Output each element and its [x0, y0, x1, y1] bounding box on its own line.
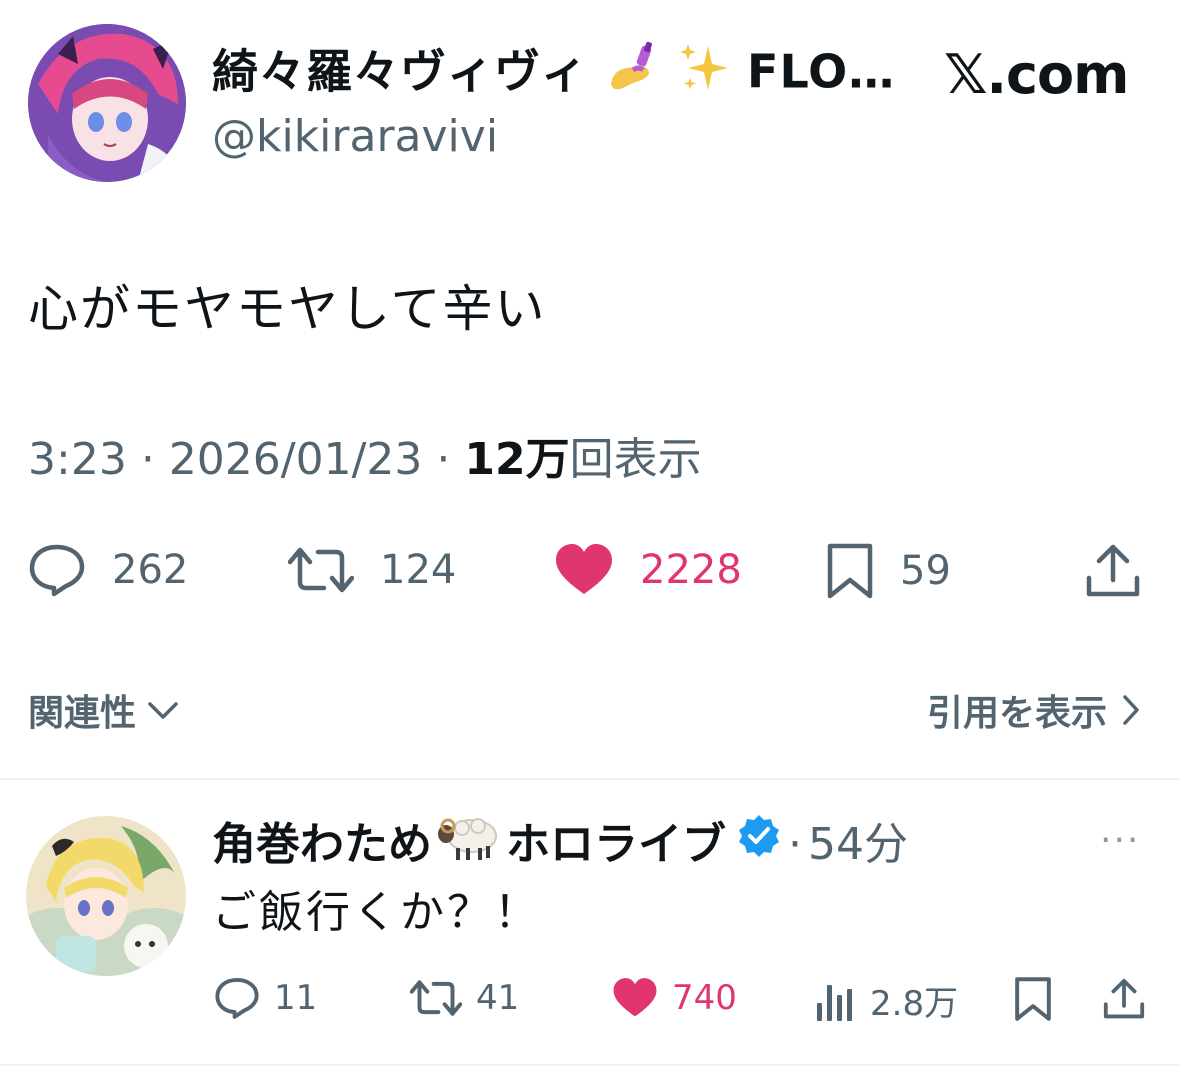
quotes-label: 引用を表示: [926, 693, 1107, 734]
reply-like-count: 740: [672, 978, 737, 1018]
reply-author-avatar[interactable]: [26, 816, 186, 976]
retweet-count: 124: [380, 547, 457, 593]
tweet-time[interactable]: 3:23: [28, 434, 127, 485]
reply-author-line[interactable]: 角巻わため ホロライブ · 54分: [212, 808, 908, 881]
divider: [0, 1064, 1179, 1066]
views-count: 12万: [464, 434, 570, 485]
reply-icon: [29, 544, 85, 597]
heart-filled-icon: [556, 544, 612, 594]
divider: [0, 778, 1179, 780]
tweet-meta: 3:23 · 2026/01/23 · 12万回表示: [28, 430, 702, 490]
bookmark-icon: [1015, 977, 1051, 1021]
author-name-text: 綺々羅々ヴィヴィ: [212, 44, 588, 99]
like-button[interactable]: 2228: [554, 542, 742, 598]
share-icon: [1103, 978, 1145, 1019]
reply-button[interactable]: 262: [28, 542, 188, 598]
sparkles-icon: [678, 40, 730, 110]
reply-views-button[interactable]: 2.8万: [814, 976, 958, 1025]
bookmark-count: 59: [900, 548, 951, 594]
views-label: 回表示: [569, 434, 702, 485]
sort-label: 関連性: [28, 693, 137, 734]
heart-filled-icon: [613, 978, 657, 1017]
share-button[interactable]: [1084, 542, 1142, 600]
retweet-icon: [288, 547, 354, 593]
reply-text: ご飯行くか？！: [212, 887, 541, 938]
meta-separator: ·: [436, 434, 451, 485]
bookmark-button[interactable]: 59: [826, 542, 951, 600]
chevron-right-icon: [1123, 695, 1139, 725]
tweet-text: 心がモヤモヤして辛い: [28, 280, 547, 338]
retweet-icon: [410, 980, 462, 1016]
reply-author-suffix: ホロライブ: [506, 818, 726, 870]
author-name-suffix: FLO…: [747, 44, 896, 99]
author-handle[interactable]: @kikiraravivi: [212, 108, 498, 166]
nail-polish-icon: [605, 40, 661, 110]
share-icon: [1086, 544, 1140, 597]
reply-share-button[interactable]: [1102, 976, 1146, 1022]
bookmark-icon: [827, 543, 873, 599]
reply-like-button[interactable]: 740: [612, 976, 737, 1020]
reply-bookmark-button[interactable]: [1014, 976, 1052, 1022]
reply-separator: ·: [788, 818, 802, 870]
reply-count: 262: [112, 547, 189, 593]
x-logo[interactable]: 𝕏.com: [944, 40, 1129, 110]
view-quotes-link[interactable]: 引用を表示: [927, 684, 1141, 736]
tweet-date[interactable]: 2026/01/23: [169, 434, 423, 485]
author-avatar[interactable]: [28, 24, 186, 182]
like-count: 2228: [640, 547, 742, 593]
chevron-down-icon: [148, 702, 178, 719]
reply-views-count: 2.8万: [870, 984, 959, 1024]
reply-time[interactable]: 54分: [808, 814, 908, 876]
reply-reply-button[interactable]: 11: [214, 976, 317, 1020]
reply-icon: [215, 977, 259, 1019]
analytics-bars-icon: [817, 984, 852, 1021]
meta-separator: ·: [140, 434, 155, 485]
retweet-button[interactable]: 124: [288, 542, 456, 598]
sort-relevance-dropdown[interactable]: 関連性: [28, 684, 180, 736]
more-options-icon[interactable]: ···: [1100, 820, 1140, 861]
author-display-name[interactable]: 綺々羅々ヴィヴィ FLO…: [212, 40, 895, 110]
reply-retweet-button[interactable]: 41: [410, 976, 519, 1020]
ram-icon: [434, 808, 504, 881]
reply-author-name: 角巻わため: [212, 818, 432, 870]
reply-reply-count: 11: [274, 978, 318, 1018]
reply-retweet-count: 41: [476, 978, 520, 1018]
verified-badge-icon: [736, 813, 782, 876]
